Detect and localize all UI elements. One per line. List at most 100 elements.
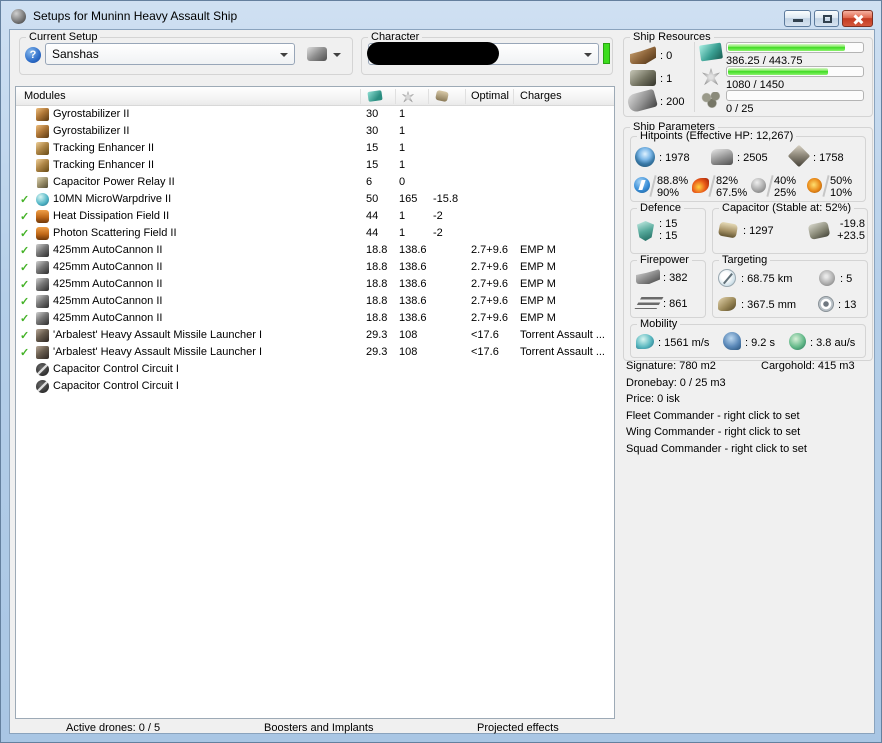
- setup-select[interactable]: Sanshas: [45, 43, 295, 65]
- module-charge-value[interactable]: EMP M: [520, 244, 556, 256]
- module-row[interactable]: Gyrostabilizer II 30 1: [16, 123, 614, 140]
- calibration-icon: [626, 88, 658, 114]
- module-cpu-value: 29.3: [366, 346, 388, 358]
- active-check-icon: ✓: [20, 211, 30, 223]
- module-optimal-value: 2.7+9.6: [471, 278, 509, 290]
- module-name[interactable]: 425mm AutoCannon II: [53, 244, 162, 256]
- ship-resources-group: Ship Resources : 0 : 1 : 200 386.25 / 44…: [623, 31, 873, 117]
- module-row[interactable]: ✓ 425mm AutoCannon II 18.8 138.6 2.7+9.6…: [16, 242, 614, 259]
- module-icon: [36, 125, 49, 138]
- column-modules[interactable]: Modules: [24, 90, 66, 102]
- signature-resolution-value: : 13: [838, 299, 857, 311]
- help-icon[interactable]: ?: [25, 47, 41, 63]
- maximize-button[interactable]: [814, 10, 839, 27]
- capacitor-icon[interactable]: [435, 89, 449, 103]
- module-powergrid-value: 1: [399, 125, 406, 137]
- active-check-icon: ✓: [20, 330, 30, 342]
- ship-parameters-group: Ship Parameters Hitpoints (Effective HP:…: [623, 121, 873, 361]
- capacitor-delta-values: -19.8 +23.5: [837, 218, 865, 242]
- titlebar[interactable]: Setups for Muninn Heavy Assault Ship: [1, 1, 881, 29]
- module-row[interactable]: ✓ 425mm AutoCannon II 18.8 138.6 2.7+9.6…: [16, 310, 614, 327]
- module-charge-value[interactable]: Torrent Assault ...: [520, 329, 605, 341]
- module-row[interactable]: ✓ Photon Scattering Field II 44 1 -2: [16, 225, 614, 242]
- minimize-button[interactable]: [784, 10, 811, 27]
- module-name[interactable]: 10MN MicroWarpdrive II: [53, 193, 171, 205]
- module-name[interactable]: 425mm AutoCannon II: [53, 278, 162, 290]
- setup-tools-dropdown-icon[interactable]: [333, 53, 341, 57]
- firepower-group: Firepower : 382 : 861: [630, 254, 706, 318]
- capacitor-label: Capacitor (Stable at: 52%): [719, 202, 855, 214]
- setup-tools-button[interactable]: [307, 47, 327, 61]
- module-row[interactable]: ✓ 'Arbalest' Heavy Assault Missile Launc…: [16, 327, 614, 344]
- module-row[interactable]: ✓ 425mm AutoCannon II 18.8 138.6 2.7+9.6…: [16, 259, 614, 276]
- active-check-icon: ✓: [20, 245, 30, 257]
- boosters-implants-panel[interactable]: Boosters and Implants: [264, 722, 373, 734]
- module-rows: Gyrostabilizer II 30 1 Gyrostabilizer II…: [16, 106, 614, 395]
- module-icon: [36, 159, 49, 172]
- kinetic-resist-icon: [751, 178, 766, 193]
- module-name[interactable]: 'Arbalest' Heavy Assault Missile Launche…: [53, 329, 262, 341]
- module-icon: [36, 380, 49, 393]
- column-charges[interactable]: Charges: [520, 90, 562, 102]
- module-name[interactable]: Heat Dissipation Field II: [53, 210, 169, 222]
- module-row[interactable]: ✓ 425mm AutoCannon II 18.8 138.6 2.7+9.6…: [16, 293, 614, 310]
- targeting-range-icon: [718, 269, 736, 287]
- module-row[interactable]: Tracking Enhancer II 15 1: [16, 140, 614, 157]
- module-charge-value[interactable]: EMP M: [520, 261, 556, 273]
- module-name[interactable]: Tracking Enhancer II: [53, 159, 154, 171]
- module-name[interactable]: Tracking Enhancer II: [53, 142, 154, 154]
- module-charge-value[interactable]: EMP M: [520, 312, 556, 324]
- module-row[interactable]: Gyrostabilizer II 30 1: [16, 106, 614, 123]
- module-row[interactable]: ✓ 425mm AutoCannon II 18.8 138.6 2.7+9.6…: [16, 276, 614, 293]
- module-charge-value[interactable]: EMP M: [520, 295, 556, 307]
- drones-bar: [726, 90, 864, 101]
- module-row[interactable]: Capacitor Control Circuit I: [16, 378, 614, 395]
- setup-select-value: Sanshas: [52, 47, 99, 61]
- powergrid-icon: [702, 68, 720, 86]
- capacitor-delta-icon: [807, 221, 831, 240]
- module-name[interactable]: 425mm AutoCannon II: [53, 261, 162, 273]
- align-time-value: : 9.2 s: [745, 337, 775, 349]
- module-charge-value[interactable]: EMP M: [520, 278, 556, 290]
- character-name-redaction: [367, 42, 499, 65]
- module-name[interactable]: Capacitor Control Circuit I: [53, 363, 179, 375]
- fleet-commander-setting[interactable]: Fleet Commander - right click to set: [626, 408, 876, 425]
- module-optimal-value: <17.6: [471, 329, 499, 341]
- module-icon: [36, 176, 49, 189]
- projected-effects-panel[interactable]: Projected effects: [477, 722, 559, 734]
- module-row[interactable]: Capacitor Power Relay II 6 0: [16, 174, 614, 191]
- active-drones-panel[interactable]: Active drones: 0 / 5: [66, 722, 160, 734]
- module-row[interactable]: ✓ 10MN MicroWarpdrive II 50 165 -15.8: [16, 191, 614, 208]
- module-row[interactable]: Capacitor Control Circuit I: [16, 361, 614, 378]
- module-name[interactable]: 'Arbalest' Heavy Assault Missile Launche…: [53, 346, 262, 358]
- mobility-label: Mobility: [637, 318, 681, 330]
- module-icon: [36, 312, 49, 325]
- module-row[interactable]: Tracking Enhancer II 15 1: [16, 157, 614, 174]
- module-cpu-value: 30: [366, 108, 379, 120]
- powergrid-icon[interactable]: [402, 91, 414, 103]
- module-cpu-value: 29.3: [366, 329, 388, 341]
- module-name[interactable]: Gyrostabilizer II: [53, 125, 129, 137]
- module-name[interactable]: Capacitor Control Circuit I: [53, 380, 179, 392]
- module-name[interactable]: Photon Scattering Field II: [53, 227, 177, 239]
- defence-shield-icon: [637, 221, 654, 241]
- module-name[interactable]: Capacitor Power Relay II: [53, 176, 175, 188]
- module-charge-value[interactable]: Torrent Assault ...: [520, 346, 605, 358]
- module-name[interactable]: 425mm AutoCannon II: [53, 295, 162, 307]
- turret-slot-icon: [630, 46, 656, 64]
- module-name[interactable]: Gyrostabilizer II: [53, 108, 129, 120]
- column-optimal[interactable]: Optimal: [471, 90, 509, 102]
- powergrid-bar-fill: [728, 68, 828, 75]
- cpu-icon[interactable]: [367, 90, 383, 102]
- close-button[interactable]: [842, 10, 873, 27]
- module-name[interactable]: 425mm AutoCannon II: [53, 312, 162, 324]
- module-row[interactable]: ✓ Heat Dissipation Field II 44 1 -2: [16, 208, 614, 225]
- module-optimal-value: 2.7+9.6: [471, 244, 509, 256]
- modules-table-header[interactable]: Modules Optimal Charges: [16, 87, 614, 106]
- hitpoints-label: Hitpoints (Effective HP: 12,267): [637, 130, 797, 142]
- module-row[interactable]: ✓ 'Arbalest' Heavy Assault Missile Launc…: [16, 344, 614, 361]
- module-cpu-value: 30: [366, 125, 379, 137]
- squad-commander-setting[interactable]: Squad Commander - right click to set: [626, 441, 876, 458]
- scan-resolution-icon: [718, 297, 736, 311]
- wing-commander-setting[interactable]: Wing Commander - right click to set: [626, 424, 876, 441]
